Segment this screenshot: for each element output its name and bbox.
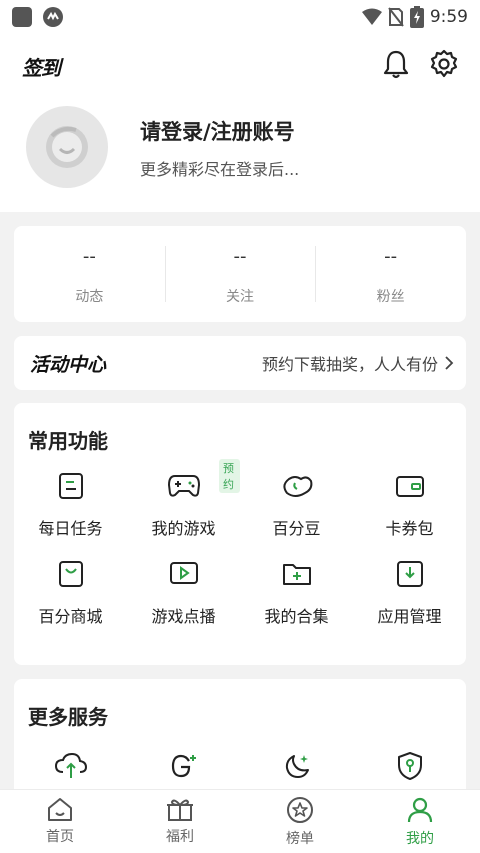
stat-dynamics[interactable]: -- 动态 xyxy=(14,226,165,322)
stat-value: -- xyxy=(233,246,247,267)
shopping-bag-icon xyxy=(54,557,88,591)
function-points[interactable]: 百分豆 xyxy=(240,469,353,539)
user-icon xyxy=(407,797,433,823)
avatar[interactable] xyxy=(26,106,108,188)
function-label: 百分豆 xyxy=(272,519,321,538)
service-security[interactable] xyxy=(353,749,466,783)
battery-charging-icon xyxy=(409,6,424,28)
google-plus-icon xyxy=(167,749,201,783)
gear-icon[interactable] xyxy=(426,46,462,82)
tab-rankings[interactable]: 榜单 xyxy=(240,790,360,853)
task-list-icon xyxy=(54,469,88,503)
tab-label: 榜单 xyxy=(286,831,314,847)
tab-label: 我的 xyxy=(406,831,434,847)
stat-value: -- xyxy=(384,246,398,267)
bottom-tab-bar: 首页 福利 榜单 我的 xyxy=(0,789,480,853)
section-title: 更多服务 xyxy=(28,705,108,729)
tab-home[interactable]: 首页 xyxy=(0,790,120,853)
no-sim-icon xyxy=(388,7,404,27)
play-video-icon xyxy=(167,557,201,591)
cast-icon xyxy=(43,7,63,27)
wallet-icon xyxy=(393,469,427,503)
activity-title: 活动中心 xyxy=(30,353,107,376)
activity-promo-text: 预约下载抽奖，人人有份 xyxy=(261,355,438,374)
bell-icon[interactable] xyxy=(378,46,414,82)
gift-icon xyxy=(167,799,193,821)
function-label: 应用管理 xyxy=(377,607,442,626)
stat-following[interactable]: -- 关注 xyxy=(164,226,316,322)
function-my-games[interactable]: 预约 我的游戏 xyxy=(127,459,240,539)
default-avatar-icon xyxy=(46,126,88,168)
stat-label: 粉丝 xyxy=(376,289,405,305)
stat-label: 动态 xyxy=(75,289,104,305)
function-label: 游戏点播 xyxy=(151,607,216,626)
more-services-card: 更多服务 xyxy=(14,679,466,799)
function-label: 我的合集 xyxy=(264,607,329,626)
common-functions-card: 常用功能 每日任务 预约 我的游戏 百分豆 卡券包 百分商城 游戏点播 我的合集… xyxy=(14,403,466,665)
reservation-badge: 预约 xyxy=(219,459,240,493)
activity-promo-link[interactable]: 预约下载抽奖，人人有份 xyxy=(262,351,454,375)
wifi-icon xyxy=(361,8,382,25)
home-icon xyxy=(48,798,72,821)
function-my-collections[interactable]: 我的合集 xyxy=(240,557,353,627)
clock: 9:59 xyxy=(429,7,468,27)
download-box-icon xyxy=(393,557,427,591)
section-title: 常用功能 xyxy=(28,429,108,453)
tab-mine[interactable]: 我的 xyxy=(360,790,480,853)
function-coupons[interactable]: 卡券包 xyxy=(353,469,466,539)
signin-button[interactable]: 签到 xyxy=(22,52,61,81)
folder-add-icon xyxy=(280,557,314,591)
function-app-management[interactable]: 应用管理 xyxy=(353,557,466,627)
function-label: 每日任务 xyxy=(38,519,103,538)
service-night-mode[interactable] xyxy=(240,749,353,783)
cloud-upload-icon xyxy=(54,749,88,783)
bean-icon xyxy=(280,469,314,503)
function-label: 百分商城 xyxy=(38,607,103,626)
moon-star-icon xyxy=(280,749,314,783)
gamepad-icon xyxy=(167,469,201,503)
service-cloud-upload[interactable] xyxy=(14,749,127,783)
function-game-vod[interactable]: 游戏点播 xyxy=(127,557,240,627)
status-bar: 9:59 xyxy=(0,0,480,34)
activity-center-banner[interactable]: 活动中心 预约下载抽奖，人人有份 xyxy=(14,336,466,390)
tab-welfare[interactable]: 福利 xyxy=(120,790,240,853)
tab-label: 首页 xyxy=(46,829,74,845)
function-label: 我的游戏 xyxy=(151,519,216,538)
login-subtitle: 更多精彩尽在登录后... xyxy=(140,160,300,179)
function-daily-tasks[interactable]: 每日任务 xyxy=(14,469,127,539)
function-mall[interactable]: 百分商城 xyxy=(14,557,127,627)
login-prompt[interactable]: 请登录/注册账号 xyxy=(140,116,295,146)
tab-label: 福利 xyxy=(166,829,194,845)
profile-header: 签到 请登录/注册账号 更多精彩尽在登录后... xyxy=(0,34,480,212)
function-label: 卡券包 xyxy=(385,519,434,538)
stat-value: -- xyxy=(82,246,96,267)
stat-fans[interactable]: -- 粉丝 xyxy=(315,226,466,322)
chevron-right-icon xyxy=(445,356,454,370)
star-badge-icon xyxy=(287,797,313,823)
shield-key-icon xyxy=(393,749,427,783)
app-notification-icon xyxy=(12,7,32,27)
stat-label: 关注 xyxy=(226,289,254,305)
service-google[interactable] xyxy=(127,749,240,783)
stats-card: -- 动态 -- 关注 -- 粉丝 xyxy=(14,226,466,322)
